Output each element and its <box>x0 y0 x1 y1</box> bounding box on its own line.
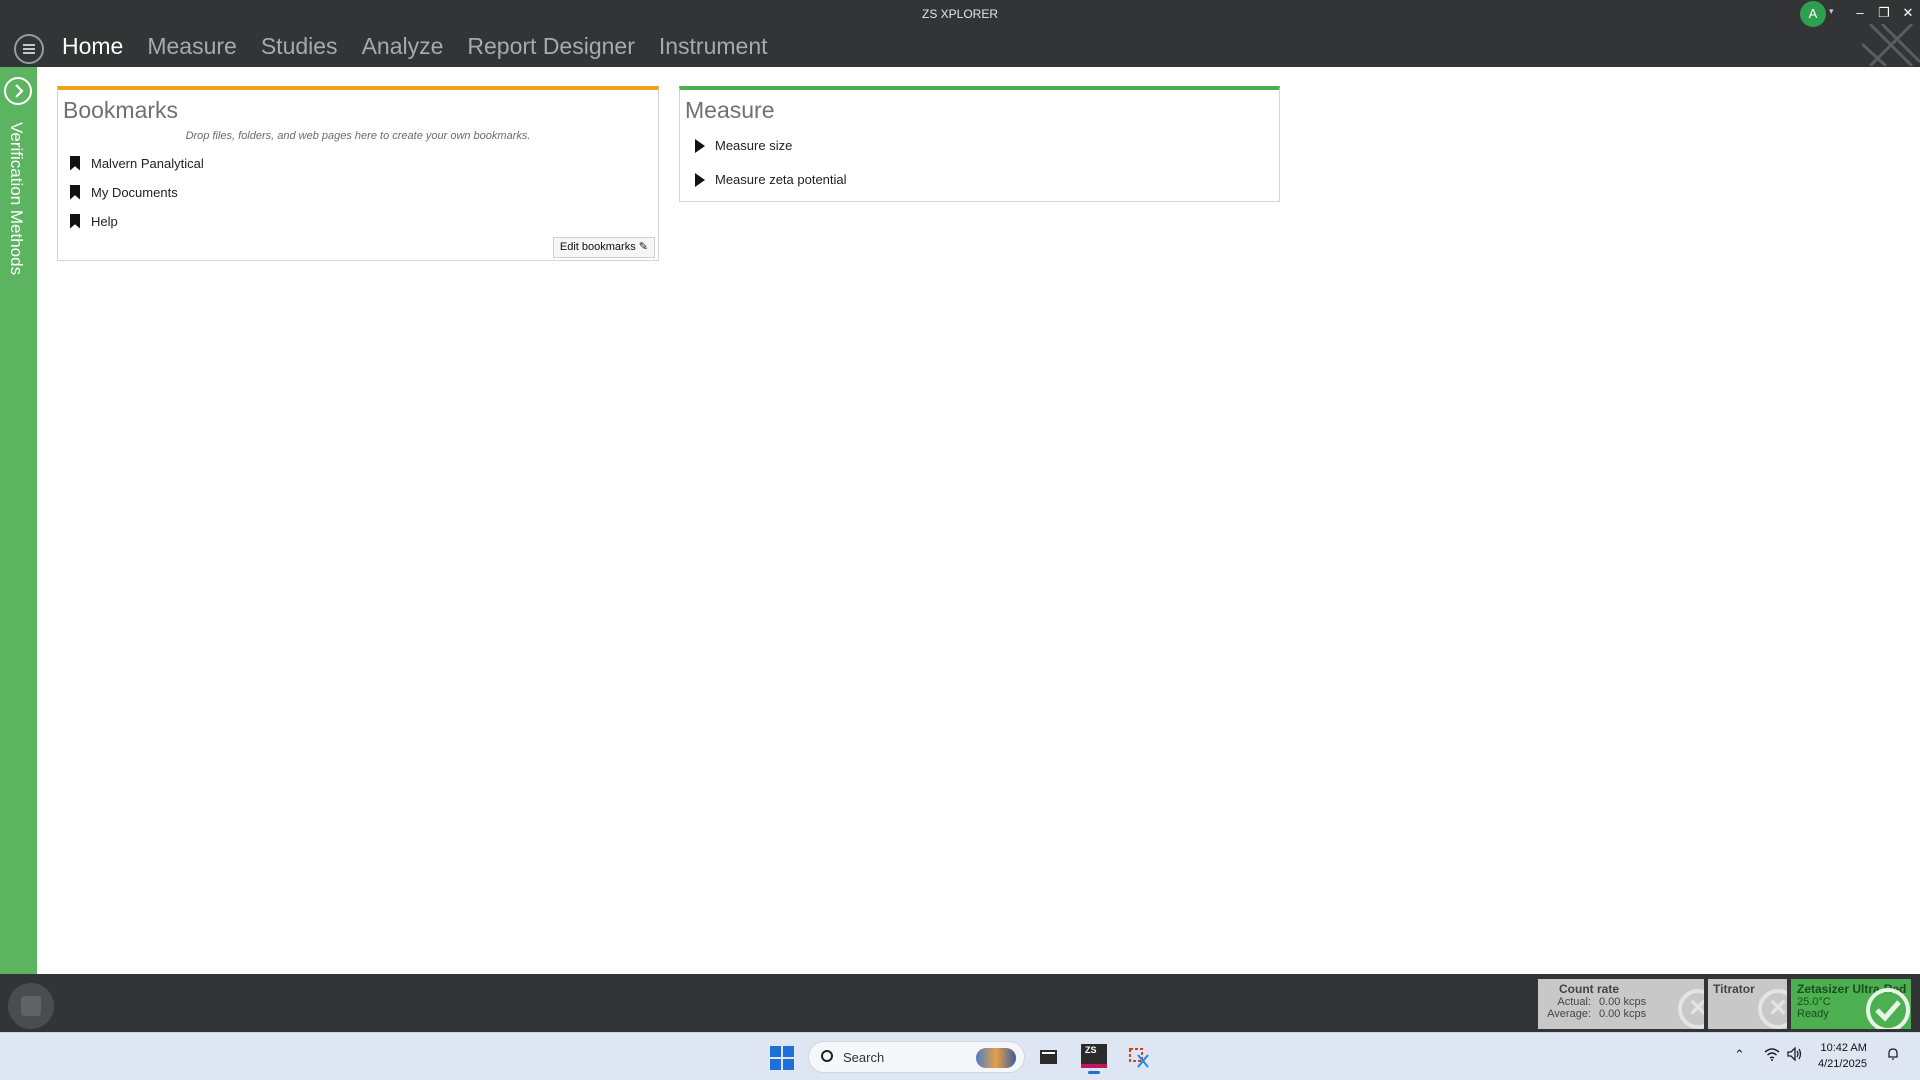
play-icon <box>695 172 705 187</box>
zs-xplorer-taskbar-icon[interactable]: ZS <box>1078 1041 1110 1074</box>
average-label: Average: <box>1547 1008 1591 1020</box>
count-rate-title: Count rate <box>1559 982 1619 996</box>
tab-analyze[interactable]: Analyze <box>362 33 444 60</box>
system-clock[interactable]: 10:42 AM 4/21/2025 <box>1818 1040 1867 1072</box>
actual-value: 0.00 kcps <box>1599 996 1647 1008</box>
bookmark-malvern-panalytical[interactable]: Malvern Panalytical <box>70 153 204 173</box>
bookmark-label: Help <box>91 213 118 229</box>
chevron-down-icon[interactable]: ▾ <box>1829 6 1834 17</box>
bookmarks-title: Bookmarks <box>63 97 179 123</box>
wifi-icon[interactable] <box>1764 1047 1780 1064</box>
measure-zeta-potential-link[interactable]: Measure zeta potential <box>695 172 847 187</box>
rail-label: Verification Methods <box>7 122 26 276</box>
search-icon <box>821 1050 833 1062</box>
stop-measurement-button[interactable] <box>8 983 54 1029</box>
zs-app-label: ZS <box>1085 1045 1097 1055</box>
chevron-up-icon[interactable]: ⌃ <box>1734 1047 1745 1063</box>
taskbar-search-label: Search <box>843 1050 885 1065</box>
brand-logo-icon <box>1862 24 1920 66</box>
bookmark-my-documents[interactable]: My Documents <box>70 182 178 202</box>
notification-bell-icon[interactable] <box>1886 1047 1900 1064</box>
hamburger-menu-icon[interactable] <box>14 34 44 64</box>
bookmark-label: My Documents <box>91 184 178 200</box>
pencil-icon: ✎ <box>638 241 648 253</box>
instrument-panel[interactable]: Zetasizer Ultra-Red 25.0°C Ready <box>1791 979 1911 1029</box>
verification-methods-rail[interactable]: Verification Methods <box>0 67 37 974</box>
maximize-button[interactable]: ❐ <box>1873 2 1895 24</box>
average-value: 0.00 kcps <box>1599 1008 1647 1020</box>
windows-start-icon[interactable] <box>770 1046 794 1070</box>
user-avatar[interactable]: A <box>1800 1 1826 27</box>
clock-date: 4/21/2025 <box>1818 1058 1867 1070</box>
main-nav: Home Measure Studies Analyze Report Desi… <box>62 33 768 60</box>
clock-time: 10:42 AM <box>1820 1042 1867 1054</box>
stop-icon <box>21 996 41 1016</box>
bookmark-icon <box>70 213 80 229</box>
disconnected-icon: × <box>1758 989 1787 1029</box>
connected-check-icon <box>1866 988 1910 1029</box>
measure-item-label: Measure zeta potential <box>715 172 847 187</box>
disconnected-icon: × <box>1678 989 1704 1029</box>
bookmark-label: Malvern Panalytical <box>91 155 204 171</box>
measure-card: Measure Measure size Measure zeta potent… <box>679 86 1280 202</box>
edit-bookmarks-button[interactable]: Edit bookmarks ✎ <box>552 237 655 258</box>
bookmarks-card: Bookmarks Drop files, folders, and web p… <box>57 86 659 261</box>
tab-studies[interactable]: Studies <box>261 33 338 60</box>
file-explorer-icon[interactable] <box>1032 1041 1064 1073</box>
chevron-right-icon[interactable] <box>4 77 32 105</box>
tab-measure[interactable]: Measure <box>147 33 236 60</box>
title-bar: ZS XPLORER Home Measure Studies Analyze … <box>0 0 1920 67</box>
bookmark-icon <box>70 155 80 171</box>
actual-label: Actual: <box>1557 996 1591 1008</box>
search-highlight-icon <box>976 1048 1016 1068</box>
bookmark-icon <box>70 184 80 200</box>
volume-icon[interactable] <box>1787 1046 1803 1064</box>
play-icon <box>695 138 705 153</box>
minimize-button[interactable]: – <box>1849 2 1871 24</box>
tab-home[interactable]: Home <box>62 33 123 60</box>
measure-size-link[interactable]: Measure size <box>695 138 792 153</box>
window-title: ZS XPLORER <box>921 7 999 21</box>
count-rate-panel[interactable]: Count rate Actual: 0.00 kcps Average: 0.00… <box>1538 979 1704 1029</box>
taskbar-search[interactable]: Search <box>808 1041 1025 1073</box>
bookmarks-hint: Drop files, folders, and web pages here … <box>185 130 531 142</box>
edit-bookmarks-label: Edit bookmarks <box>559 241 636 253</box>
measure-title: Measure <box>685 97 775 123</box>
tab-instrument[interactable]: Instrument <box>659 33 768 60</box>
status-bar: Count rate Actual: 0.00 kcps Average: 0.00… <box>0 974 1920 1032</box>
measure-item-label: Measure size <box>715 138 793 153</box>
tab-report-designer[interactable]: Report Designer <box>467 33 634 60</box>
close-button[interactable]: ✕ <box>1897 2 1919 24</box>
windows-taskbar: Search ZS ⌃ 10:42 AM 4/21/2025 <box>0 1032 1920 1080</box>
titrator-panel[interactable]: Titrator × <box>1708 979 1787 1029</box>
snipping-tool-icon[interactable] <box>1122 1041 1154 1073</box>
bookmark-help[interactable]: Help <box>70 211 118 231</box>
